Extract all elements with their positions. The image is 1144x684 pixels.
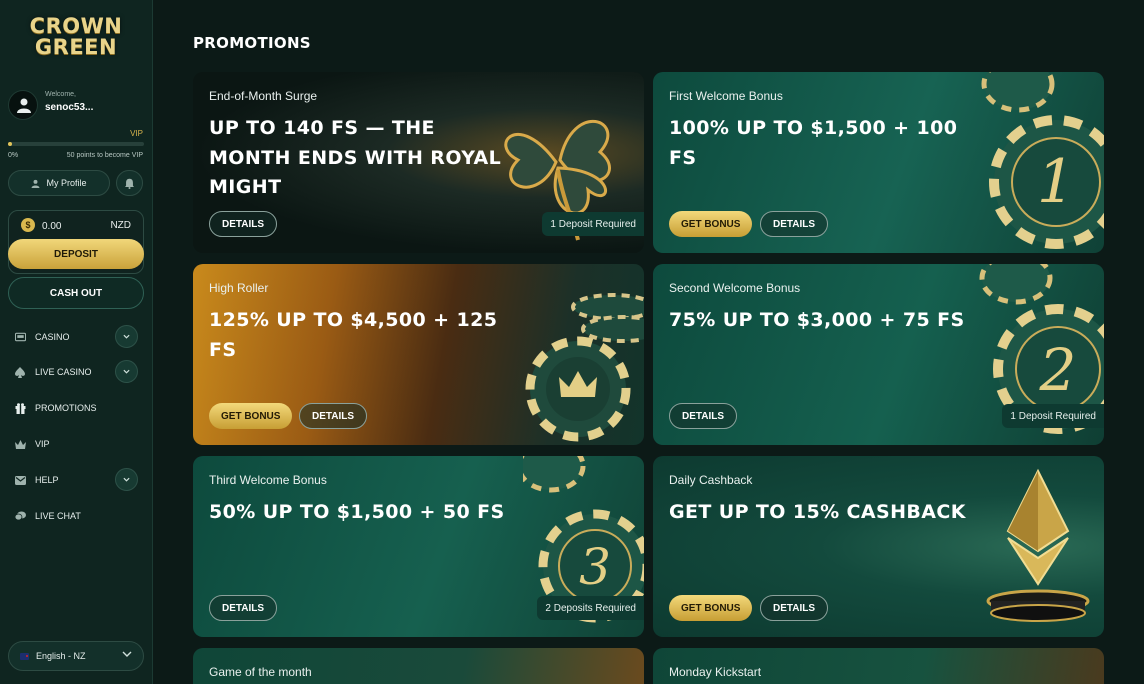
sidebar-item-label: LIVE CASINO	[35, 367, 92, 377]
sidebar-item-promotions[interactable]: PROMOTIONS	[14, 396, 144, 420]
language-label: English - NZ	[36, 651, 86, 661]
sidebar-item-label: CASINO	[35, 332, 70, 342]
promo-headline: UP TO 140 FS — THE MONTH ENDS WITH ROYAL…	[209, 117, 502, 198]
crown-icon	[14, 438, 26, 450]
expand-casino-button[interactable]	[115, 325, 138, 348]
details-button[interactable]: DETAILS	[209, 595, 278, 621]
promo-subtitle: High Roller	[209, 281, 269, 295]
sidebar: CROWN GREEN Welcome, senoc53... VIP 0% 5…	[0, 0, 153, 684]
casino-chip-icon: 1	[981, 72, 1104, 249]
get-bonus-button[interactable]: GET BONUS	[669, 211, 753, 237]
user-panel: Welcome, senoc53...	[8, 88, 148, 120]
user-icon	[32, 179, 40, 188]
promo-card-daily-cashback[interactable]: Daily Cashback GET UP TO 15% CASHBACK GE…	[653, 456, 1104, 637]
ethereum-trophy-icon	[986, 468, 1090, 622]
promo-headline: 75% UP TO $3,000 + 75 FS	[669, 309, 965, 331]
balance-amount: 0.00	[42, 221, 62, 232]
promo-subtitle: Third Welcome Bonus	[209, 473, 327, 487]
chevron-down-icon	[123, 477, 130, 482]
vip-points-note: 50 points to become VIP	[66, 152, 143, 159]
details-button[interactable]: DETAILS	[299, 403, 368, 429]
promo-subtitle: End-of-Month Surge	[209, 89, 318, 103]
vip-progress-fill	[8, 142, 13, 146]
vip-label: VIP	[130, 129, 143, 138]
svg-text:1: 1	[1037, 147, 1075, 217]
nz-flag-icon	[20, 652, 29, 660]
promo-card-first-welcome[interactable]: 1 First Welcome Bonus 100% UP TO $1,500 …	[653, 72, 1104, 253]
promo-card-end-of-month[interactable]: End-of-Month Surge UP TO 140 FS — THE MO…	[193, 72, 644, 253]
chevron-down-icon	[123, 334, 130, 339]
details-button[interactable]: DETAILS	[209, 211, 278, 237]
crown-chip-icon	[525, 293, 644, 442]
promo-card-monday-kickstart[interactable]: Monday Kickstart	[653, 648, 1104, 684]
bell-icon	[125, 178, 134, 189]
gift-icon	[14, 402, 26, 414]
cash-out-button[interactable]: CASH OUT	[8, 277, 144, 309]
promo-card-third-welcome[interactable]: 3 Third Welcome Bonus 50% UP TO $1,500 +…	[193, 456, 644, 637]
svg-text:3: 3	[579, 538, 611, 596]
promo-headline: 125% UP TO $4,500 + 125 FS	[209, 309, 498, 361]
username: senoc53...	[45, 102, 94, 113]
vip-progress-percent: 0%	[8, 152, 19, 159]
sidebar-item-label: PROMOTIONS	[35, 403, 97, 413]
expand-help-button[interactable]	[115, 468, 138, 491]
logo-line-1: CROWN	[29, 14, 123, 38]
chevron-down-icon	[123, 369, 130, 374]
chevron-down-icon	[122, 651, 132, 657]
spade-icon	[14, 366, 26, 378]
chat-icon	[14, 510, 26, 522]
promo-subtitle: First Welcome Bonus	[669, 89, 783, 103]
details-button[interactable]: DETAILS	[760, 211, 829, 237]
sidebar-item-help[interactable]: HELP	[14, 468, 144, 492]
get-bonus-button[interactable]: GET BONUS	[209, 403, 293, 429]
promo-card-game-of-the-month[interactable]: Game of the month	[193, 648, 644, 684]
deposit-button[interactable]: DEPOSIT	[8, 239, 144, 269]
promo-subtitle: Second Welcome Bonus	[669, 281, 801, 295]
slot-machine-icon	[14, 331, 26, 343]
svg-text:2: 2	[1039, 336, 1077, 404]
user-icon	[17, 98, 31, 113]
sidebar-item-live-casino[interactable]: LIVE CASINO	[14, 360, 144, 384]
sidebar-item-casino[interactable]: CASINO	[14, 325, 144, 349]
details-button[interactable]: DETAILS	[760, 595, 829, 621]
notifications-button[interactable]	[116, 170, 143, 196]
sidebar-item-label: VIP	[35, 439, 50, 449]
promo-headline: 50% UP TO $1,500 + 50 FS	[209, 501, 505, 523]
expand-live-casino-button[interactable]	[115, 360, 138, 383]
deposit-requirement-badge: 2 Deposits Required	[537, 596, 644, 620]
balance-currency: NZD	[110, 220, 131, 231]
promo-headline: 100% UP TO $1,500 + 100 FS	[669, 117, 958, 169]
promo-subtitle: Monday Kickstart	[669, 665, 762, 679]
message-icon	[14, 474, 26, 486]
promo-subtitle: Game of the month	[209, 665, 312, 679]
dollar-coin-icon: $	[21, 218, 35, 232]
brand-logo[interactable]: CROWN GREEN	[28, 16, 124, 62]
logo-line-2: GREEN	[34, 35, 118, 59]
promo-card-second-welcome[interactable]: 2 Second Welcome Bonus 75% UP TO $3,000 …	[653, 264, 1104, 445]
my-profile-label: My Profile	[46, 178, 87, 188]
details-button[interactable]: DETAILS	[669, 403, 738, 429]
promo-card-high-roller[interactable]: High Roller 125% UP TO $4,500 + 125 FS G…	[193, 264, 644, 445]
get-bonus-button[interactable]: GET BONUS	[669, 595, 753, 621]
my-profile-button[interactable]: My Profile	[8, 170, 110, 196]
avatar[interactable]	[8, 90, 38, 120]
welcome-text: Welcome,	[45, 91, 76, 98]
deposit-requirement-badge: 1 Deposit Required	[1002, 404, 1104, 428]
sidebar-item-vip[interactable]: VIP	[14, 432, 144, 456]
sidebar-item-label: HELP	[35, 475, 59, 485]
deposit-requirement-badge: 1 Deposit Required	[542, 212, 644, 236]
sidebar-item-live-chat[interactable]: LIVE CHAT	[14, 504, 144, 528]
promo-subtitle: Daily Cashback	[669, 473, 753, 487]
page-title: PROMOTIONS	[193, 34, 311, 52]
vip-progress-bar	[8, 142, 144, 146]
language-selector[interactable]: English - NZ	[8, 641, 144, 671]
sidebar-item-label: LIVE CHAT	[35, 511, 81, 521]
promo-headline: GET UP TO 15% CASHBACK	[669, 501, 966, 523]
